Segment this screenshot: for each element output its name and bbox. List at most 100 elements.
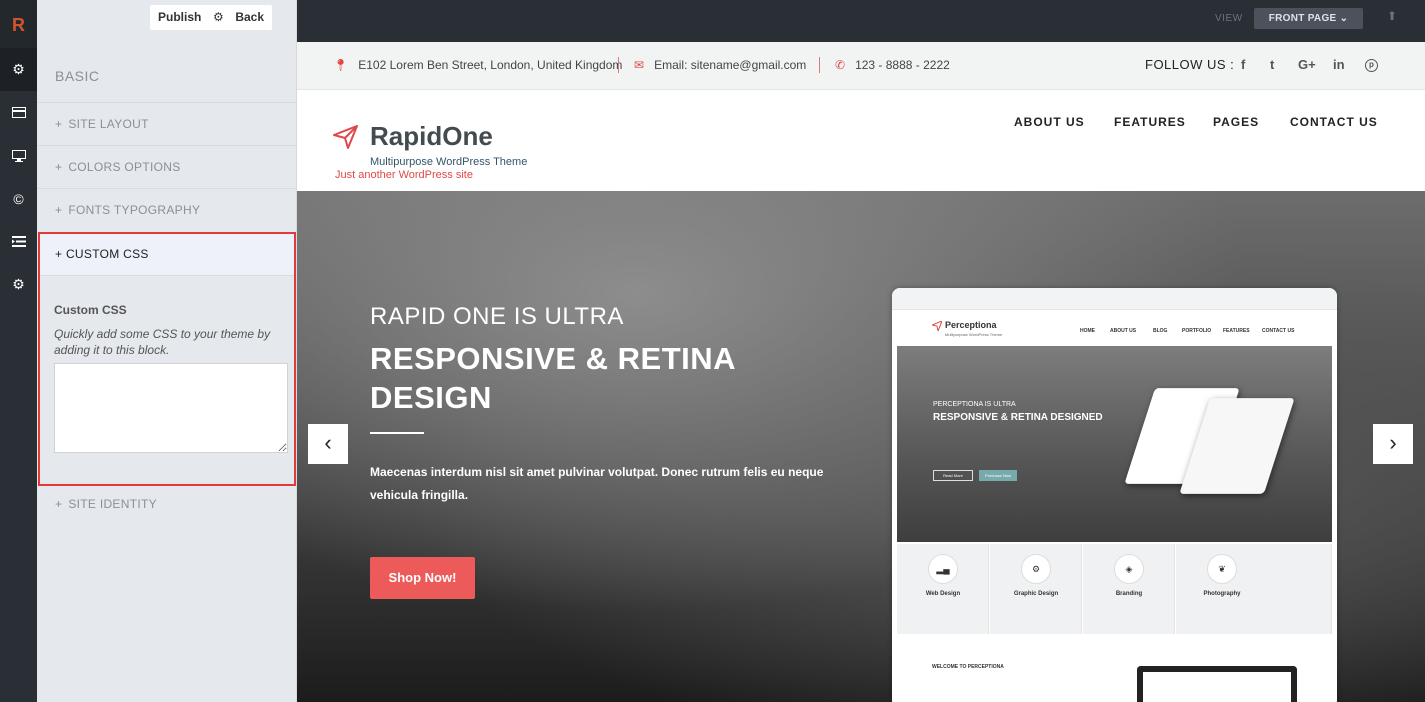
envelope-icon: ✉ [634, 58, 645, 72]
section-custom-css[interactable]: + CUSTOM CSS [40, 234, 294, 276]
section-label: FONTS TYPOGRAPHY [68, 203, 201, 217]
section-label: COLORS OPTIONS [68, 160, 181, 174]
mockup-nav-item: CONTACT US [1262, 328, 1295, 334]
site-brand[interactable]: RapidOne [370, 121, 493, 152]
section-fonts-typography[interactable]: + FONTS TYPOGRAPHY [37, 188, 296, 231]
mockup-topbar [892, 288, 1337, 310]
front-page-select[interactable]: FRONT PAGE ⌄ [1254, 8, 1363, 29]
mockup-hero-line-2: RESPONSIVE & RETINA DESIGNED [933, 412, 1103, 423]
gear-icon: ⚙ [1021, 554, 1051, 584]
mockup-nav-item: PORTFOLIO [1182, 328, 1212, 334]
shop-now-button[interactable]: Shop Now! [370, 557, 475, 599]
slider-prev-button[interactable]: ‹ [308, 424, 348, 464]
copyright-icon: © [13, 190, 24, 207]
device-mockup: Perceptiona Multipurpose WordPress Theme… [892, 288, 1337, 702]
custom-css-textarea[interactable] [54, 363, 288, 453]
hero-text: Maecenas interdum nisl sit amet pulvinar… [370, 465, 824, 502]
mockup-card-title: Branding [1115, 591, 1143, 597]
chevron-right-icon: › [1389, 430, 1397, 455]
plus-icon: + [55, 117, 63, 131]
settings-rail-button[interactable]: ⚙ [0, 48, 37, 91]
mockup-welcome-title: WELCOME TO PERCEPTIONA [932, 664, 1004, 670]
slider-next-button[interactable]: › [1373, 424, 1413, 464]
address-text: E102 Lorem Ben Street, London, United Ki… [358, 58, 623, 72]
site-tagline: Multipurpose WordPress Theme [370, 156, 528, 168]
gear-icon: ⚙ [12, 276, 25, 292]
follow-us-label: FOLLOW US : [1145, 57, 1235, 72]
plus-icon: + [55, 160, 63, 174]
email-item: ✉ Email: sitename@gmail.com [634, 58, 806, 72]
section-site-identity[interactable]: + SITE IDENTITY [37, 483, 296, 526]
mockup-service-card: ⚙ Graphic Design [990, 544, 1082, 634]
gear-icon: ⚙ [12, 61, 25, 77]
list-rail-button[interactable] [0, 220, 37, 263]
card-icon [11, 107, 26, 118]
section-label: CUSTOM CSS [65, 247, 149, 261]
custom-css-label: Custom CSS [54, 303, 127, 317]
mockup-nav-item: BLOG [1153, 328, 1168, 334]
monitor-rail-button[interactable] [0, 134, 37, 177]
gear-icon[interactable]: ⚙ [209, 5, 227, 30]
phone-item: ✆ 123 - 8888 - 2222 [835, 58, 950, 72]
twitter-icon[interactable]: t [1270, 57, 1274, 72]
mockup-tag: Multipurpose WordPress Theme [945, 332, 1003, 337]
mockup-nav-item: ABOUT US [1110, 328, 1137, 334]
mockup-nav-item: FEATURES [1223, 328, 1250, 334]
mockup-purchase-button: Purchase Now [979, 470, 1017, 481]
plus-icon: + [55, 247, 66, 261]
chevron-left-icon: ‹ [324, 430, 332, 455]
mockup-card-title: Photography [1203, 591, 1241, 597]
hero-line-2: RESPONSIVE & RETINA DESIGN [370, 341, 735, 415]
panel-title: BASIC [55, 68, 100, 84]
info-bar: 📍︎ E102 Lorem Ben Street, London, United… [297, 42, 1425, 90]
mockup-service-card: ❦ Photography [1176, 544, 1332, 634]
card-rail-button[interactable] [0, 91, 37, 134]
back-button[interactable]: Back [227, 5, 272, 30]
publish-bar: Publish ⚙ Back [150, 5, 273, 30]
hero-divider [370, 432, 424, 434]
view-label: VIEW [1215, 13, 1243, 24]
gear-rail-button-2[interactable]: ⚙ [0, 263, 37, 306]
nav-pages[interactable]: PAGES [1213, 115, 1259, 129]
custom-css-description: Quickly add some CSS to your theme by ad… [54, 327, 271, 357]
nav-about-us[interactable]: ABOUT US [1014, 115, 1085, 129]
logo: R [0, 0, 37, 48]
paper-plane-icon [333, 125, 358, 149]
site-header: RapidOne Multipurpose WordPress Theme Ju… [297, 90, 1425, 191]
mockup-brand: Perceptiona [945, 320, 997, 330]
icon-rail: R ⚙ © ⚙ [0, 0, 37, 702]
mockup-monitor-image [1137, 666, 1297, 702]
section-site-layout[interactable]: + SITE LAYOUT [37, 102, 296, 145]
mockup-hero: PERCEPTIONA IS ULTRA RESPONSIVE & RETINA… [897, 346, 1332, 542]
arrow-up-icon[interactable]: ⬆ [1387, 9, 1397, 23]
phone-text: 123 - 8888 - 2222 [855, 58, 950, 72]
monitor-icon [11, 149, 26, 162]
plus-icon: + [55, 203, 63, 217]
pinterest-icon[interactable]: p [1365, 59, 1378, 72]
facebook-icon[interactable]: f [1241, 57, 1245, 72]
mockup-card-title: Graphic Design [1013, 591, 1059, 597]
chevron-down-icon: ⌄ [1339, 13, 1349, 24]
email-text: Email: sitename@gmail.com [654, 58, 807, 72]
linkedin-icon[interactable]: in [1333, 57, 1345, 72]
address-item: 📍︎ E102 Lorem Ben Street, London, United… [333, 58, 622, 72]
mockup-nav-item: HOME [1080, 328, 1095, 334]
hero-slider: RAPID ONE IS ULTRA RESPONSIVE & RETINA D… [297, 191, 1425, 702]
google-plus-icon[interactable]: G+ [1298, 57, 1316, 72]
paper-plane-icon [932, 321, 942, 331]
nav-features[interactable]: FEATURES [1114, 115, 1186, 129]
leaf-icon: ❦ [1207, 554, 1237, 584]
section-colors-options[interactable]: + COLORS OPTIONS [37, 145, 296, 188]
nav-contact-us[interactable]: CONTACT US [1290, 115, 1378, 129]
mockup-hero-line-1: PERCEPTIONA IS ULTRA [933, 401, 1016, 408]
copyright-rail-button[interactable]: © [0, 177, 37, 220]
customizer-panel: Publish ⚙ Back BASIC + SITE LAYOUT + COLOR… [37, 0, 297, 702]
site-subtitle: Just another WordPress site [335, 169, 473, 181]
list-icon [11, 236, 26, 247]
mockup-service-card: ▂▄ Web Design [897, 544, 989, 634]
section-label: SITE IDENTITY [68, 497, 157, 511]
preview-bar: VIEW FRONT PAGE ⌄ ⬆ [297, 0, 1425, 42]
mockup-read-more-button: Read More [933, 470, 973, 481]
publish-button[interactable]: Publish [150, 5, 209, 30]
hero-line-1: RAPID ONE IS ULTRA [370, 303, 624, 330]
